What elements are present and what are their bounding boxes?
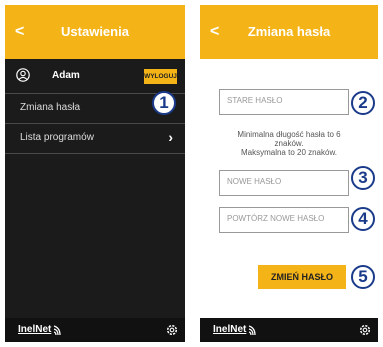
user-row: Adam WYLOGUJ (5, 60, 185, 94)
gear-icon[interactable] (165, 323, 179, 337)
new-password-field[interactable]: NOWE HASŁO (219, 170, 349, 196)
gear-icon[interactable] (358, 323, 372, 337)
page-title: Zmiana hasła (247, 24, 331, 39)
password-rules-line: znaków. (274, 139, 304, 148)
change-password-button[interactable]: ZMIEŃ HASŁO (258, 265, 346, 289)
menu-item-label: Zmiana hasła (20, 102, 81, 113)
menu-item-program-list[interactable]: Lista programów › (5, 124, 185, 154)
old-password-field[interactable]: STARE HASŁO (219, 89, 349, 115)
user-name: Adam (52, 70, 80, 81)
chevron-right-icon: › (168, 129, 173, 145)
annotation-badge-2: 2 (351, 91, 375, 115)
old-password-placeholder: STARE HASŁO (227, 96, 283, 105)
password-rules-text: Minimalna długość hasła to 6 znaków. Mak… (214, 130, 364, 157)
footer-bar: InelNet (200, 318, 378, 342)
change-password-header: < Zmiana hasła (200, 5, 378, 59)
repeat-password-placeholder: POWTÓRZ NOWE HASŁO (227, 214, 325, 223)
annotation-badge-1: 1 (152, 91, 176, 115)
password-rules-line: Minimalna długość hasła to 6 (237, 130, 341, 139)
wifi-icon (53, 325, 61, 336)
password-rules-line: Maksymalna to 20 znaków. (240, 148, 338, 157)
logout-button[interactable]: WYLOGUJ (144, 69, 177, 84)
settings-header: < Ustawienia (5, 5, 185, 59)
annotation-badge-5: 5 (351, 265, 375, 289)
wifi-icon (248, 325, 256, 336)
annotation-badge-4: 4 (351, 207, 375, 231)
footer-bar: InelNet (5, 318, 185, 342)
repeat-password-field[interactable]: POWTÓRZ NOWE HASŁO (219, 207, 349, 233)
menu-item-label: Lista programów (20, 132, 94, 143)
brand-logo: InelNet (18, 324, 52, 335)
settings-screen: < Ustawienia Adam WYLOGUJ Zmiana hasła ›… (5, 5, 185, 342)
new-password-placeholder: NOWE HASŁO (227, 177, 282, 186)
annotation-badge-3: 3 (351, 166, 375, 190)
user-icon (16, 68, 30, 82)
brand-logo: InelNet (213, 324, 247, 335)
page-title: Ustawienia (61, 24, 129, 39)
